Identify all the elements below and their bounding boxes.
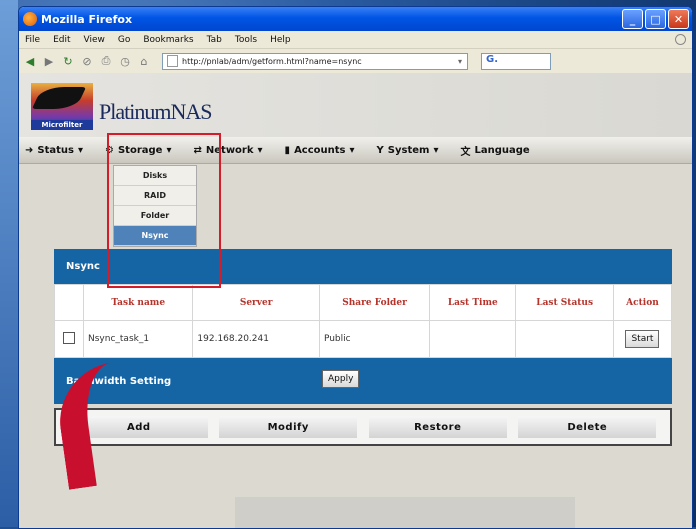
select-column-header xyxy=(54,284,84,321)
minimize-button[interactable]: _ xyxy=(622,9,643,29)
cell-task-name: Nsync_task_1 xyxy=(82,320,194,358)
start-button[interactable]: Start xyxy=(625,330,660,348)
column-task-name: Task name xyxy=(82,284,194,321)
table-row: Nsync_task_1 192.168.20.241 Public Start xyxy=(54,320,673,358)
logo-caption: Microfilter xyxy=(31,120,93,130)
status-area xyxy=(235,497,575,528)
column-last-time: Last Time xyxy=(429,284,517,321)
desktop-stripe xyxy=(0,0,18,527)
delete-button[interactable]: Delete xyxy=(518,416,657,438)
system-icon: Y xyxy=(376,144,384,156)
window-title: Mozilla Firefox xyxy=(41,12,133,26)
row-select-cell xyxy=(54,320,84,358)
stop-icon[interactable]: ⊘ xyxy=(80,54,94,68)
cell-action: Start xyxy=(612,320,673,358)
menu-go[interactable]: Go xyxy=(118,35,130,45)
nsync-table: Task name Server Share Folder Last Time … xyxy=(54,284,673,358)
column-last-status: Last Status xyxy=(515,284,614,321)
brand-title: PlatinumNAS xyxy=(99,99,212,124)
status-icon: ➜ xyxy=(25,144,34,156)
home-icon[interactable]: ⌂ xyxy=(137,54,151,68)
accounts-icon: ▮ xyxy=(284,144,291,156)
menu-language[interactable]: 文 Language xyxy=(460,143,529,158)
history-icon[interactable]: ◷ xyxy=(118,54,132,68)
browser-menubar: File Edit View Go Bookmarks Tab Tools He… xyxy=(19,31,692,49)
column-share-folder: Share Folder xyxy=(318,284,431,321)
menu-tab[interactable]: Tab xyxy=(207,35,222,45)
back-icon[interactable]: ◀ xyxy=(23,54,37,68)
modify-button[interactable]: Modify xyxy=(219,416,358,438)
column-action: Action xyxy=(612,284,673,321)
menu-language-label: Language xyxy=(474,144,530,156)
close-button[interactable]: ✕ xyxy=(668,9,689,29)
highlight-box xyxy=(107,133,221,288)
menu-status-label: Status xyxy=(37,144,74,156)
menu-file[interactable]: File xyxy=(25,35,40,45)
dropdown-arrow-icon[interactable]: ▾ xyxy=(453,57,467,66)
window-controls: _ □ ✕ xyxy=(622,9,692,29)
apply-button[interactable]: Apply xyxy=(322,370,360,388)
menu-accounts[interactable]: ▮ Accounts ▾ xyxy=(285,145,355,156)
cell-server: 192.168.20.241 xyxy=(192,320,320,358)
menu-tools[interactable]: Tools xyxy=(235,35,257,45)
restore-button[interactable]: Restore xyxy=(368,416,507,438)
address-bar[interactable]: http://pnlab/adm/getform.html?name=nsync… xyxy=(162,52,468,70)
row-checkbox[interactable] xyxy=(63,331,75,344)
cell-last-time xyxy=(429,320,517,358)
page-icon xyxy=(167,55,178,67)
title-bar: Mozilla Firefox _ □ ✕ xyxy=(19,7,692,31)
search-box[interactable]: G. xyxy=(481,52,551,70)
menu-status[interactable]: ➜ Status ▾ xyxy=(25,145,83,156)
menu-edit[interactable]: Edit xyxy=(53,35,70,45)
navigation-toolbar: ◀ ▶ ↻ ⊘ ⎙ ◷ ⌂ http://pnlab/adm/getform.h… xyxy=(19,49,692,74)
menu-view[interactable]: View xyxy=(84,35,105,45)
menu-system-label: System xyxy=(387,144,430,156)
cell-last-status xyxy=(515,320,614,358)
menu-bookmarks[interactable]: Bookmarks xyxy=(143,35,193,45)
cell-share-folder: Public xyxy=(318,320,431,358)
throbber-icon xyxy=(675,34,686,45)
column-server: Server xyxy=(192,284,320,321)
print-icon[interactable]: ⎙ xyxy=(99,54,113,68)
menu-help[interactable]: Help xyxy=(270,35,291,45)
language-icon: 文 xyxy=(460,146,471,158)
nas-header: Microfilter PlatinumNAS xyxy=(19,73,692,137)
menu-accounts-label: Accounts xyxy=(294,144,346,156)
forward-icon[interactable]: ▶ xyxy=(42,54,56,68)
firefox-icon xyxy=(23,12,37,26)
menu-system[interactable]: Y System ▾ xyxy=(377,145,439,156)
url-text: http://pnlab/adm/getform.html?name=nsync xyxy=(182,56,362,66)
table-header-row: Task name Server Share Folder Last Time … xyxy=(54,284,673,321)
maximize-button[interactable]: □ xyxy=(645,9,666,29)
reload-icon[interactable]: ↻ xyxy=(61,54,75,68)
